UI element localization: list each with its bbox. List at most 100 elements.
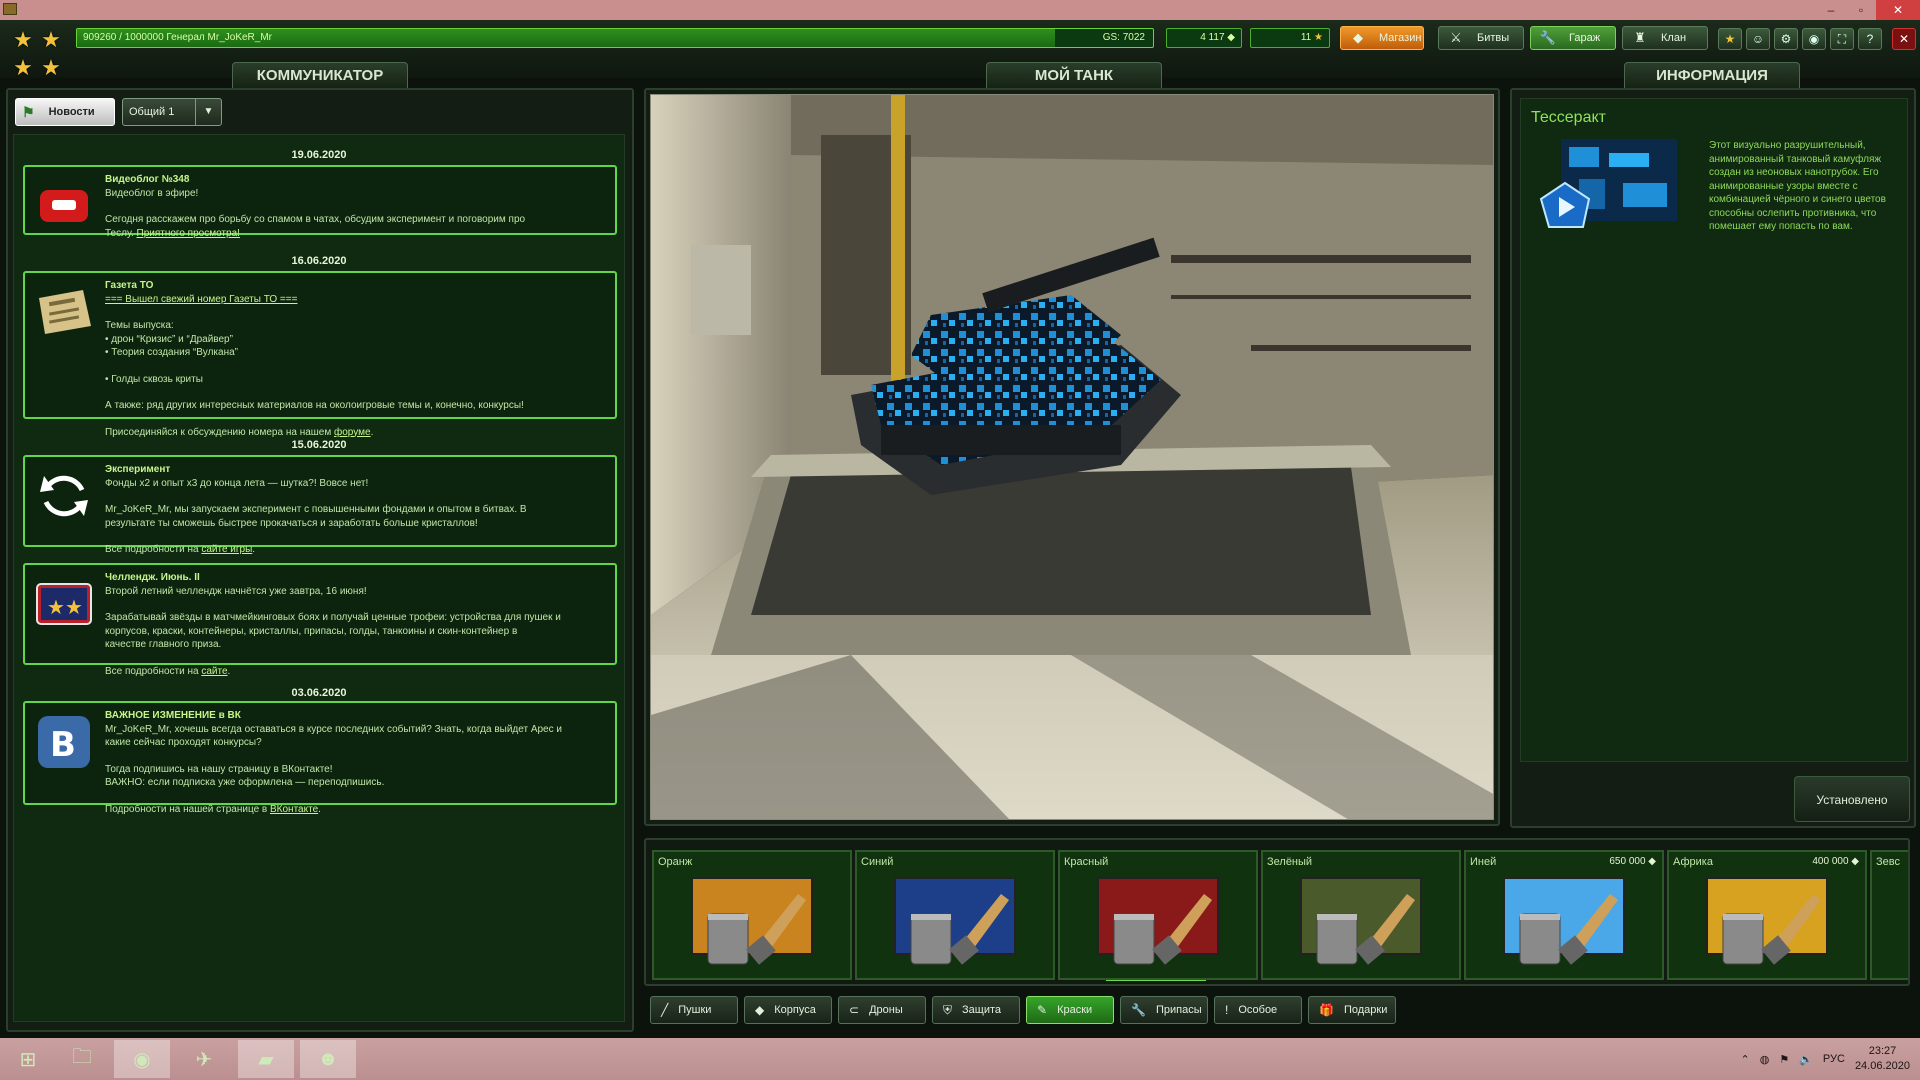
news-title: Эксперимент bbox=[105, 464, 171, 475]
news-body: Газета ТО === Вышел свежий номер Газеты Т… bbox=[105, 279, 607, 439]
paint-item[interactable]: Красный bbox=[1058, 850, 1258, 980]
tab-shield[interactable]: ⛨ Защита bbox=[932, 996, 1020, 1024]
tab-wrench[interactable]: 🔧 Припасы bbox=[1120, 996, 1208, 1024]
tab-cannon[interactable]: ╱ Пушки bbox=[650, 996, 738, 1024]
youtube-icon bbox=[33, 177, 95, 235]
refresh-icon bbox=[33, 467, 95, 525]
sound-icon[interactable]: ◉ bbox=[1802, 28, 1826, 50]
information-tab: ИНФОРМАЦИЯ bbox=[1624, 62, 1800, 88]
chrome-icon[interactable]: ◉ bbox=[114, 1040, 170, 1078]
news-text: Все подробности на сайте. bbox=[105, 665, 231, 677]
settings-icon[interactable]: ⚙ bbox=[1774, 28, 1798, 50]
paint-item[interactable]: Иней 650 000 ◆ bbox=[1464, 850, 1664, 980]
exit-icon[interactable]: ✕ bbox=[1892, 28, 1916, 50]
communicator-tab: КОММУНИКАТОР bbox=[232, 62, 408, 88]
maximize-icon[interactable]: ▫ bbox=[1846, 0, 1876, 20]
paint-name: Красный bbox=[1064, 856, 1109, 868]
paint-item[interactable]: Зевс bbox=[1870, 850, 1908, 980]
garage-button[interactable]: 🔧 Гараж bbox=[1530, 26, 1616, 50]
windows-start-icon[interactable]: ⊞ bbox=[0, 1040, 56, 1078]
challenge-icon: ★ ★ bbox=[33, 575, 95, 633]
paint-item[interactable]: Синий bbox=[855, 850, 1055, 980]
news-title: Газета ТО bbox=[105, 280, 154, 291]
chevron-up-icon[interactable]: ⌃ bbox=[1741, 1053, 1750, 1066]
news-button[interactable]: ⚑ Новости bbox=[15, 98, 115, 126]
crossed-swords-icon: ⚔ bbox=[1450, 30, 1462, 45]
language-indicator[interactable]: РУС bbox=[1823, 1053, 1845, 1065]
help-icon[interactable]: ? bbox=[1858, 28, 1882, 50]
tab-brush[interactable]: ✎ Краски bbox=[1026, 996, 1114, 1024]
telegram-icon[interactable]: ✈ bbox=[176, 1040, 232, 1078]
wrench-icon: 🔧 bbox=[1131, 1003, 1146, 1017]
news-link[interactable]: === Вышел свежий номер Газеты ТО === bbox=[105, 293, 607, 307]
clock-date: 24.06.2020 bbox=[1854, 1060, 1910, 1072]
paint-item[interactable]: Африка 400 000 ◆ bbox=[1667, 850, 1867, 980]
garage-category-tabs: ╱ Пушки ◆ Корпуса ⊂ Дроны ⛨ Защита ✎ Краски 🔧 Припа… bbox=[650, 996, 1396, 1026]
rank-star-icon: ★ bbox=[41, 55, 61, 80]
tanki-online-icon[interactable]: ▰ bbox=[238, 1040, 294, 1078]
experience-text: 909260 / 1000000 Генерал Mr_JoKeR_Mr bbox=[83, 32, 272, 43]
rank-star-icon: ★ bbox=[41, 27, 61, 52]
news-text: Зарабатывай звёзды в матчмейкинговых боя… bbox=[105, 612, 561, 623]
tab-gift[interactable]: 🎁 Подарки bbox=[1308, 996, 1396, 1024]
news-link[interactable]: ВКонтакте bbox=[270, 804, 318, 815]
challenges-icon[interactable]: ★ bbox=[1718, 28, 1742, 50]
paint-can-icon bbox=[1500, 874, 1628, 972]
news-card: Газета ТО === Вышел свежий номер Газеты Т… bbox=[23, 271, 617, 438]
shop-label: Магазин bbox=[1379, 32, 1422, 44]
friends-icon[interactable]: ☺ bbox=[1746, 28, 1770, 50]
crystal-icon: ◆ bbox=[1227, 32, 1235, 43]
paint-item[interactable]: Зелёный bbox=[1261, 850, 1461, 980]
paint-can-icon bbox=[1297, 874, 1425, 972]
item-info: Тессеракт Этот визуально разрушительный,… bbox=[1520, 98, 1908, 762]
news-text bbox=[105, 306, 607, 319]
flag-icon[interactable]: ⚑ bbox=[1779, 1053, 1789, 1066]
my-tank-panel bbox=[644, 88, 1500, 826]
tab-label: Дроны bbox=[869, 1004, 903, 1016]
close-icon[interactable]: ✕ bbox=[1876, 0, 1920, 20]
tank-3d-view[interactable] bbox=[650, 94, 1494, 820]
item-list[interactable]: Оранж Синий Красный Зелёный Иней 650 000 ◆ Афр… bbox=[644, 838, 1910, 986]
clock[interactable]: 23:27 24.06.2020 bbox=[1855, 1044, 1910, 1074]
item-title: Тессеракт bbox=[1531, 109, 1606, 126]
news-link[interactable]: Приятного просмотра! bbox=[137, 228, 240, 239]
tab-hull[interactable]: ◆ Корпуса bbox=[744, 996, 832, 1024]
news-text: Теслу. Приятного просмотра! bbox=[105, 227, 240, 239]
paint-can-icon bbox=[891, 874, 1019, 972]
news-text: Фонды х2 и опыт х3 до конца лета — шутка… bbox=[105, 477, 369, 489]
news-feed[interactable]: 19.06.2020 Видеоблог №348 Видеоблог в эфир… bbox=[13, 134, 625, 1022]
paint-preview-image bbox=[1539, 139, 1679, 239]
news-link[interactable]: форуме bbox=[334, 427, 371, 438]
network-icon[interactable]: ◍ bbox=[1760, 1053, 1770, 1066]
clan-button[interactable]: ♜ Клан bbox=[1622, 26, 1708, 50]
garage-scene bbox=[651, 95, 1493, 819]
news-text bbox=[105, 790, 607, 803]
fullscreen-icon[interactable]: ⛶ bbox=[1830, 28, 1854, 50]
paint-item[interactable]: Оранж bbox=[652, 850, 852, 980]
shop-button[interactable]: ◆ Магазин bbox=[1340, 26, 1424, 50]
news-text: Mr_JoKeR_Mr, мы запускаем эксперимент с … bbox=[105, 504, 527, 515]
tab-drone[interactable]: ⊂ Дроны bbox=[838, 996, 926, 1024]
news-card: ★ ★ Челлендж. Июнь. II Второй летний челлен… bbox=[23, 563, 617, 677]
news-date: 19.06.2020 bbox=[291, 149, 347, 161]
channel-select[interactable]: Общий 1 ▼ bbox=[122, 98, 222, 126]
news-text: Mr_JoKeR_Mr, хочешь всегда оставаться в … bbox=[105, 723, 562, 735]
volume-icon[interactable]: 🔈 bbox=[1799, 1053, 1813, 1066]
news-card: Эксперимент Фонды х2 и опыт х3 до конца л… bbox=[23, 455, 617, 555]
tab-exclamation[interactable]: ! Особое bbox=[1214, 996, 1302, 1024]
discord-icon[interactable]: ☻ bbox=[300, 1040, 356, 1078]
news-link[interactable]: сайте bbox=[201, 666, 227, 677]
battles-button[interactable]: ⚔ Битвы bbox=[1438, 26, 1524, 50]
news-text bbox=[105, 652, 607, 665]
windows-taskbar: ⊞ 🗀 ◉ ✈ ▰ ☻ ⌃ ◍ ⚑ 🔈 РУС 23:27 24.06.2020 bbox=[0, 1038, 1920, 1080]
news-text bbox=[105, 200, 607, 213]
paint-name: Иней bbox=[1470, 856, 1497, 868]
channel-value: Общий 1 bbox=[129, 106, 175, 118]
minimize-icon[interactable]: – bbox=[1816, 0, 1846, 20]
star-count: 11 bbox=[1300, 32, 1312, 43]
rank-star-icon: ★ bbox=[13, 27, 33, 52]
file-explorer-icon[interactable]: 🗀 bbox=[54, 1040, 110, 1078]
news-link[interactable]: сайте игры bbox=[201, 544, 252, 555]
clock-time: 23:27 bbox=[1868, 1045, 1897, 1057]
installed-button[interactable]: Установлено bbox=[1794, 776, 1910, 822]
